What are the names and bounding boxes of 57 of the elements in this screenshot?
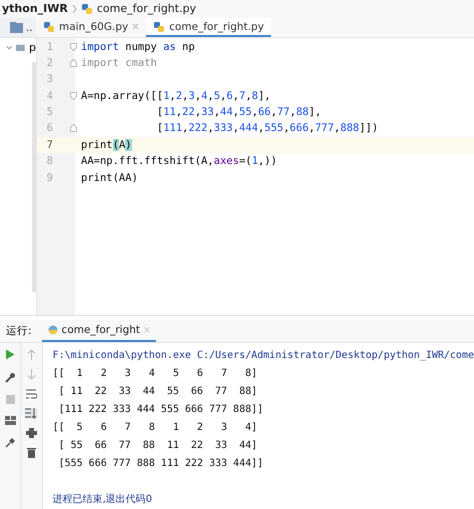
- python-file-icon: [43, 20, 55, 33]
- code-line: AA=np.fft.fftshift(A,axes=(1,)): [80, 155, 278, 168]
- scroll-to-end-icon[interactable]: [25, 408, 38, 419]
- line-number: 9: [46, 172, 53, 184]
- code-line: import cmath: [80, 56, 157, 69]
- code-line: print(AA): [80, 172, 138, 184]
- close-icon[interactable]: [132, 23, 140, 30]
- close-icon[interactable]: [144, 327, 150, 334]
- console-line: [ 55 66 77 88 11 22 33 44]: [58, 439, 258, 453]
- line-number: 4: [46, 90, 53, 102]
- soft-wrap-icon[interactable]: [26, 389, 37, 399]
- panel-title: 运行:: [6, 324, 32, 338]
- line-number: 5: [46, 106, 53, 118]
- chevron-icon[interactable]: [6, 44, 12, 51]
- python-icon: [48, 325, 58, 336]
- console-line: [111 222 333 444 555 666 777 888]]: [58, 403, 264, 417]
- chevron-icon: [72, 4, 77, 14]
- folder-icon: [10, 22, 23, 34]
- line-number: 6: [46, 122, 53, 134]
- trash-icon[interactable]: [26, 447, 36, 458]
- fold-icon[interactable]: [70, 42, 77, 51]
- breadcrumb-item[interactable]: come_for_right.py: [96, 2, 196, 16]
- console-line: [[ 1 2 3 4 5 6 7 8]: [52, 367, 258, 381]
- line-number: 8: [46, 155, 53, 168]
- console-line: [[ 5 6 7 8 1 2 3 4]: [52, 421, 258, 435]
- python-file-icon: [80, 2, 93, 15]
- run-tab[interactable]: come_for_right: [42, 320, 156, 342]
- code-line: import numpy as np: [80, 40, 195, 53]
- line-number: 3: [46, 73, 53, 86]
- python-file-icon: [153, 20, 166, 33]
- fold-icon[interactable]: [70, 58, 77, 67]
- down-arrow-icon[interactable]: [26, 369, 36, 380]
- project-tab[interactable]: ..: [0, 18, 36, 38]
- code-line: [11,22,33,44,55,66,77,88],: [156, 106, 322, 118]
- wrench-icon[interactable]: [4, 372, 16, 383]
- fold-icon[interactable]: [70, 92, 77, 100]
- console-line: 进程已结束,退出代码0: [52, 492, 154, 507]
- line-number: 7: [46, 138, 53, 151]
- code-line: A=np.array([[1,2,3,4,5,6,7,8],: [80, 90, 271, 102]
- pin-icon[interactable]: [4, 437, 16, 448]
- line-number: 1: [46, 40, 53, 53]
- console-line: [555 666 777 888 111 222 333 444]]: [58, 457, 264, 471]
- up-arrow-icon[interactable]: [26, 349, 36, 360]
- stop-icon[interactable]: [6, 395, 15, 404]
- breadcrumb-item[interactable]: ython_IWR: [2, 2, 68, 16]
- folder-icon: [16, 43, 26, 52]
- run-icon[interactable]: [5, 349, 16, 360]
- code-line: print(A): [80, 138, 132, 151]
- tree-item[interactable]: p: [29, 41, 36, 54]
- console-line: F:\miniconda\python.exe C:/Users/Administrator/Desktop/python_IWR/come: [52, 349, 474, 363]
- fold-icon[interactable]: [70, 124, 77, 132]
- console-line: [ 11 22 33 44 55 66 77 88]: [58, 385, 258, 399]
- file-tab[interactable]: come_for_right.py: [146, 18, 271, 38]
- code-line: [111,222,333,444,555,666,777,888]]): [156, 122, 378, 134]
- file-tab[interactable]: main_60G.py: [36, 18, 146, 38]
- layout-icon[interactable]: [4, 416, 16, 425]
- line-number: 2: [46, 56, 53, 69]
